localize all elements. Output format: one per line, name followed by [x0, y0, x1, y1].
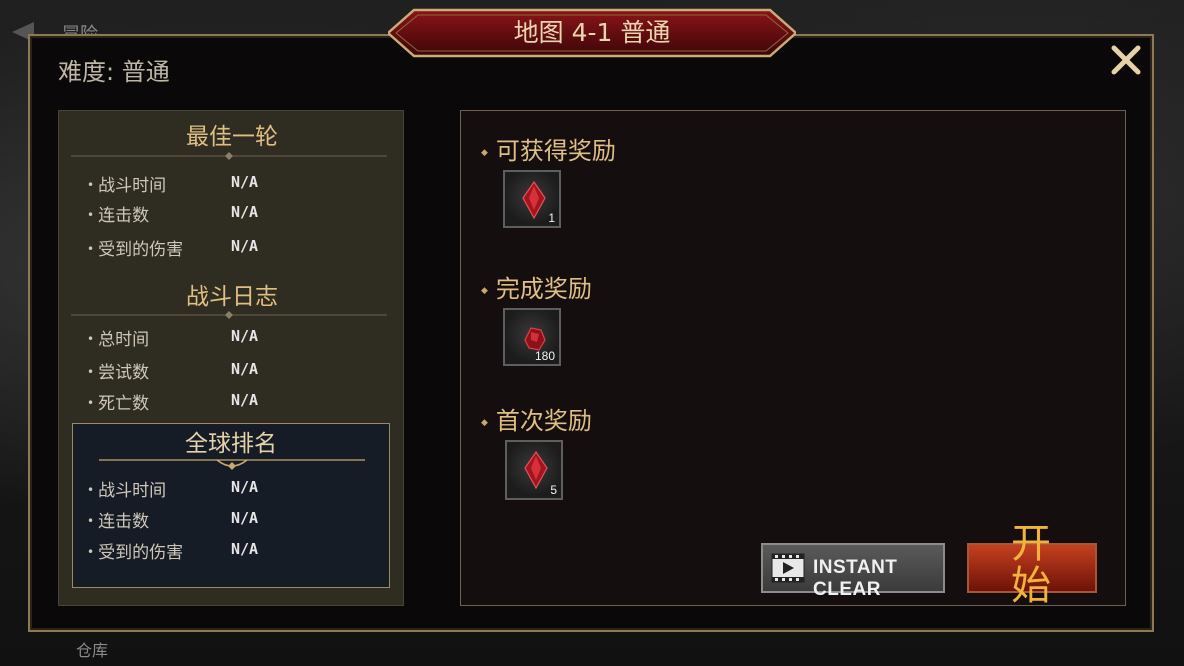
stat-label: 受到的伤害 [87, 235, 183, 260]
stats-panel: 最佳一轮 战斗时间 N/A 连击数 N/A 受到的伤害 N/A 战斗日志 总时间… [58, 110, 404, 606]
stat-value: N/A [231, 203, 259, 221]
stat-value: N/A [231, 327, 259, 345]
stat-label: 受到的伤害 [87, 538, 183, 563]
completion-rewards-title: 完成奖励 [481, 269, 592, 304]
stat-row: 战斗时间 N/A [87, 171, 387, 196]
stat-value: N/A [231, 509, 259, 527]
stat-label: 连击数 [87, 507, 149, 532]
stage-title: 地图 4-1 普通 [513, 18, 671, 47]
stat-row: 尝试数 N/A [87, 358, 387, 383]
stat-label: 死亡数 [87, 389, 149, 414]
red-crystal-icon [522, 180, 546, 220]
stat-row: 受到的伤害 N/A [87, 235, 387, 260]
stat-label: 战斗时间 [87, 171, 166, 196]
stat-row: 受到的伤害 N/A [87, 538, 387, 563]
stat-value: N/A [231, 478, 259, 496]
item-count: 1 [548, 211, 555, 225]
stat-row: 死亡数 N/A [87, 389, 387, 414]
stat-label: 尝试数 [87, 358, 149, 383]
rewards-panel: 可获得奖励 1 完成奖励 180 首次奖励 5 [460, 110, 1126, 607]
start-label: 开始 [1011, 521, 1051, 609]
video-play-icon [771, 553, 805, 583]
stat-value: N/A [231, 391, 259, 409]
item-count: 180 [534, 349, 555, 363]
red-crystal-icon [524, 450, 548, 490]
available-rewards-title: 可获得奖励 [481, 131, 616, 166]
start-button[interactable]: 开始 [967, 523, 1097, 607]
global-rank-title: 全球排名 [185, 431, 277, 457]
instant-clear-label: INSTANT CLEAR [813, 557, 898, 600]
best-round-title: 最佳一轮 [186, 124, 278, 150]
item-count: 5 [550, 483, 557, 497]
reward-item-slot[interactable]: 180 [503, 308, 561, 366]
stat-value: N/A [231, 173, 259, 191]
warehouse-label: 仓库 [76, 641, 109, 660]
stat-value: N/A [231, 237, 259, 255]
close-icon[interactable] [1106, 40, 1146, 80]
stat-label: 总时间 [87, 325, 149, 350]
stat-label: 连击数 [87, 201, 149, 226]
ornament-divider [71, 311, 387, 319]
difficulty-label: 难度: 普通 [58, 58, 170, 86]
reward-item-slot[interactable]: 5 [505, 440, 563, 500]
stat-label: 战斗时间 [87, 476, 166, 501]
global-rank-box: 全球排名 战斗时间 N/A 连击数 N/A 受到的伤害 N/A [72, 423, 390, 588]
stat-value: N/A [231, 540, 259, 558]
instant-clear-button[interactable]: INSTANT CLEAR [761, 543, 945, 600]
ornament-divider [99, 459, 365, 470]
reward-item-slot[interactable]: 1 [503, 170, 561, 228]
first-rewards-title: 首次奖励 [481, 401, 592, 436]
battle-log-title: 战斗日志 [186, 284, 278, 310]
stat-row: 连击数 N/A [87, 507, 387, 532]
title-banner: 地图 4-1 普通 [388, 6, 796, 60]
stat-row: 战斗时间 N/A [87, 476, 387, 501]
stat-value: N/A [231, 360, 259, 378]
stat-row: 连击数 N/A [87, 201, 387, 226]
ornament-divider [71, 152, 387, 160]
stat-row: 总时间 N/A [87, 325, 387, 350]
